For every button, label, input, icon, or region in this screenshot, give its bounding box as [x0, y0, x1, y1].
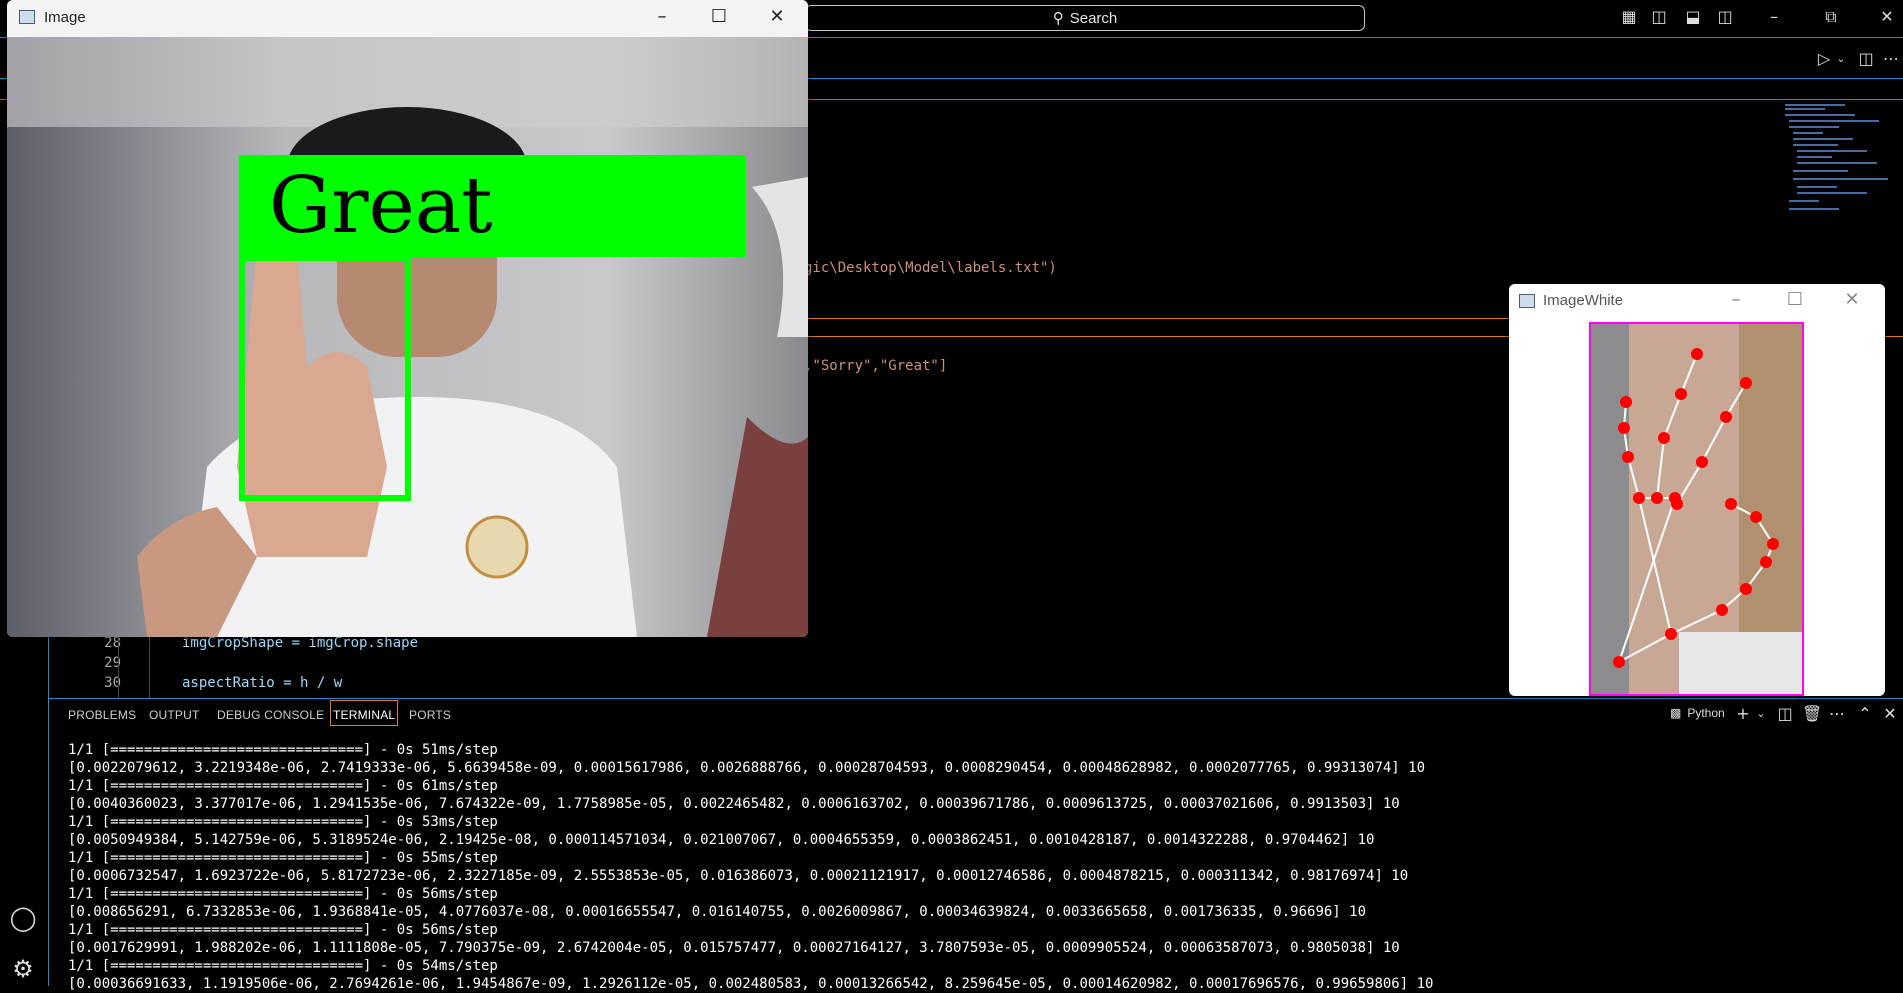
indent-guide	[149, 630, 150, 698]
close-icon[interactable]: ✕	[1832, 289, 1872, 310]
terminal-dropdown-icon[interactable]: ⌄	[1752, 705, 1770, 723]
terminal-line: 1/1 [==============================] - 0…	[68, 958, 498, 974]
terminal-line: 1/1 [==============================] - 0…	[68, 778, 498, 794]
line-number: 30	[104, 675, 121, 691]
accounts-icon[interactable]: ◯	[9, 904, 37, 932]
terminal-line: [0.0017629991, 1.988202e-06, 1.1111808e-…	[68, 940, 1400, 956]
terminal-icon: ▩	[1670, 706, 1682, 720]
minimize-icon[interactable]: –	[1716, 289, 1756, 310]
maximize-icon[interactable]: ☐	[1775, 289, 1815, 310]
code-line: imgCropShape = imgCrop.shape	[182, 635, 419, 651]
minimap[interactable]	[1785, 100, 1895, 220]
app-icon	[1519, 294, 1535, 308]
tab-debug-console[interactable]: DEBUG CONSOLE	[217, 708, 324, 722]
maximize-icon[interactable]: ☐	[699, 6, 739, 27]
terminal-line: [0.0006732547, 1.6923722e-06, 5.8172723e…	[68, 868, 1409, 884]
close-window-icon[interactable]: ✕	[1878, 8, 1896, 26]
split-editor-icon[interactable]: ◫	[1857, 50, 1875, 68]
terminal-line: 1/1 [==============================] - 0…	[68, 814, 498, 830]
toggle-panel-icon[interactable]: ⬓	[1684, 8, 1702, 26]
manage-settings-icon[interactable]: ⚙	[9, 955, 37, 983]
toggle-secondary-sidebar-icon[interactable]: ◫	[1716, 8, 1734, 26]
tab-terminal[interactable]: TERMINAL	[330, 700, 399, 726]
terminal-line: 1/1 [==============================] - 0…	[68, 850, 498, 866]
line-number: 29	[104, 655, 121, 671]
toggle-primary-sidebar-icon[interactable]: ◫	[1650, 8, 1668, 26]
code-labels-fragment: ,"Sorry","Great"]	[804, 358, 948, 374]
kill-terminal-icon[interactable]: 🗑	[1802, 705, 1822, 723]
minimize-icon[interactable]: –	[642, 6, 682, 27]
tab-output[interactable]: OUTPUT	[149, 708, 200, 722]
window-title: ImageWhite	[1543, 292, 1624, 309]
find-highlight-line	[804, 318, 1554, 319]
new-terminal-icon[interactable]: +	[1734, 705, 1752, 723]
imagewhite-titlebar[interactable]: ImageWhite – ☐ ✕	[1509, 284, 1885, 318]
terminal-line: [0.00036691633, 1.1919506e-06, 2.7694261…	[68, 976, 1434, 992]
app-icon	[19, 10, 35, 24]
hand-bounding-box	[239, 255, 411, 501]
split-terminal-icon[interactable]: ◫	[1776, 705, 1794, 723]
image-window[interactable]: Image – ☐ ✕ Great	[7, 0, 808, 637]
imagewhite-window[interactable]: ImageWhite – ☐ ✕	[1509, 284, 1885, 696]
prediction-label: Great	[269, 161, 493, 251]
terminal-output[interactable]: 1/1 [==============================] - 0…	[68, 741, 1898, 993]
terminal-line: 1/1 [==============================] - 0…	[68, 922, 498, 938]
line-number: 28	[104, 635, 121, 651]
command-search-box[interactable]: ⚲ Search	[805, 5, 1365, 31]
indent-guide	[118, 630, 119, 698]
minimize-window-icon[interactable]: –	[1765, 8, 1783, 26]
terminal-line: [0.0022079612, 3.2219348e-06, 2.7419333e…	[68, 760, 1426, 776]
run-dropdown-chevron-icon[interactable]: ⌄	[1832, 50, 1850, 68]
code-path-fragment: gic\Desktop\Model\labels.txt")	[804, 260, 1057, 276]
tab-problems[interactable]: PROBLEMS	[68, 708, 136, 722]
terminal-line: 1/1 [==============================] - 0…	[68, 886, 498, 902]
tab-ports[interactable]: PORTS	[409, 708, 451, 722]
terminal-line: 1/1 [==============================] - 0…	[68, 742, 498, 758]
panel-more-actions-icon[interactable]: ⋯	[1828, 705, 1846, 723]
terminal-line: [0.0040360023, 3.377017e-06, 1.2941535e-…	[68, 796, 1400, 812]
prediction-label-box: Great	[239, 155, 746, 257]
run-python-file-icon[interactable]: ▷	[1815, 50, 1833, 68]
more-actions-icon[interactable]: ⋯	[1882, 50, 1900, 68]
maximize-panel-icon[interactable]: ⌃	[1856, 705, 1874, 723]
terminal-shell-label: Python	[1687, 706, 1725, 720]
terminal-line: [0.008656291, 6.7332853e-06, 1.9368841e-…	[68, 904, 1367, 920]
close-panel-icon[interactable]: ✕	[1881, 705, 1899, 723]
terminal-instance[interactable]: ▩ Python	[1670, 706, 1725, 720]
customize-layout-icon[interactable]: ▦	[1620, 8, 1638, 26]
code-line: aspectRatio = h / w	[182, 675, 343, 691]
close-icon[interactable]: ✕	[757, 6, 797, 27]
crop-border	[1589, 322, 1804, 696]
image-window-titlebar[interactable]: Image – ☐ ✕	[7, 0, 808, 37]
search-label: Search	[1069, 9, 1118, 27]
window-title: Image	[44, 9, 86, 26]
restore-window-icon[interactable]: ⧉	[1822, 8, 1840, 26]
terminal-line: [0.0050949384, 5.142759e-06, 5.3189524e-…	[68, 832, 1375, 848]
search-icon: ⚲	[1052, 10, 1064, 27]
